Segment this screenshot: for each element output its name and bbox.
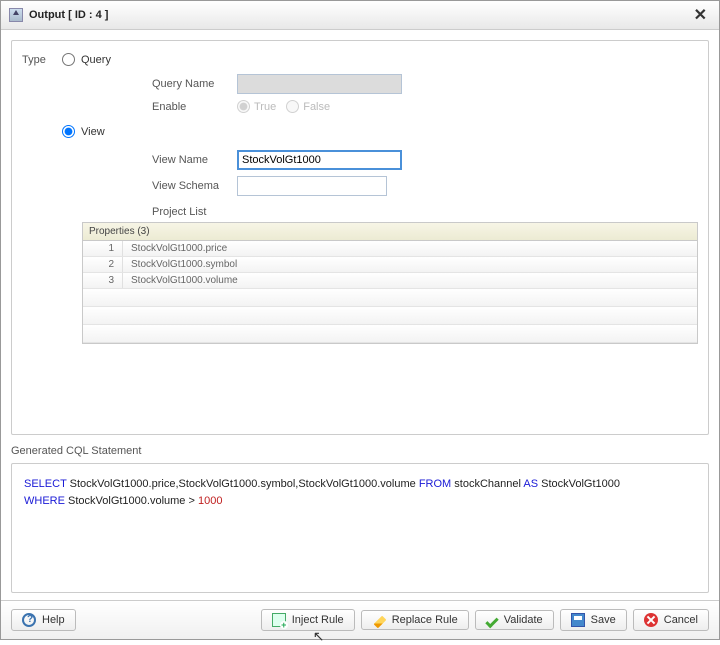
- pencil-icon: [373, 616, 386, 629]
- radio-query[interactable]: Query: [62, 53, 111, 66]
- view-schema-input[interactable]: [237, 176, 387, 196]
- enable-false: False: [286, 100, 330, 113]
- properties-table: Properties (3) 1 StockVolGt1000.price 2 …: [82, 222, 698, 344]
- type-label: Type: [22, 51, 62, 66]
- radio-query-input[interactable]: [62, 53, 75, 66]
- project-list-label: Project List: [152, 206, 698, 218]
- table-row: [83, 307, 697, 325]
- table-row: [83, 289, 697, 307]
- home-icon: [9, 8, 23, 22]
- cql-statement: SELECT StockVolGt1000.price,StockVolGt10…: [24, 476, 696, 509]
- view-name-label: View Name: [152, 154, 237, 166]
- radio-view-label: View: [81, 126, 105, 138]
- table-row[interactable]: 2 StockVolGt1000.symbol: [83, 257, 697, 273]
- enable-true-label: True: [254, 101, 276, 113]
- cursor-icon: ↖: [313, 628, 325, 645]
- table-row[interactable]: 1 StockVolGt1000.price: [83, 241, 697, 257]
- radio-query-label: Query: [81, 54, 111, 66]
- cancel-button[interactable]: Cancel: [633, 609, 709, 631]
- view-name-input[interactable]: [237, 150, 402, 170]
- cancel-icon: [644, 613, 658, 627]
- help-icon: [22, 613, 36, 627]
- table-row[interactable]: 3 StockVolGt1000.volume: [83, 273, 697, 289]
- validate-button[interactable]: Validate: [475, 610, 554, 630]
- save-button[interactable]: Save: [560, 609, 627, 631]
- check-icon: [485, 614, 498, 627]
- enable-true: True: [237, 100, 276, 113]
- enable-label: Enable: [152, 101, 237, 113]
- document-plus-icon: [272, 613, 286, 627]
- query-name-input: [237, 74, 402, 94]
- close-icon[interactable]: ✕: [690, 5, 711, 25]
- enable-true-input: [237, 100, 250, 113]
- help-button[interactable]: Help: [11, 609, 76, 631]
- enable-false-input: [286, 100, 299, 113]
- view-schema-label: View Schema: [152, 180, 237, 192]
- table-row: [83, 325, 697, 343]
- enable-false-label: False: [303, 101, 330, 113]
- inject-rule-button[interactable]: Inject Rule ↖: [261, 609, 355, 631]
- radio-view[interactable]: View: [62, 125, 698, 138]
- table-header: Properties (3): [83, 223, 697, 241]
- dialog-title: Output [ ID : 4 ]: [29, 9, 690, 21]
- radio-view-input[interactable]: [62, 125, 75, 138]
- replace-rule-button[interactable]: Replace Rule: [361, 610, 469, 630]
- query-name-label: Query Name: [152, 78, 237, 90]
- save-icon: [571, 613, 585, 627]
- generated-label: Generated CQL Statement: [11, 445, 709, 457]
